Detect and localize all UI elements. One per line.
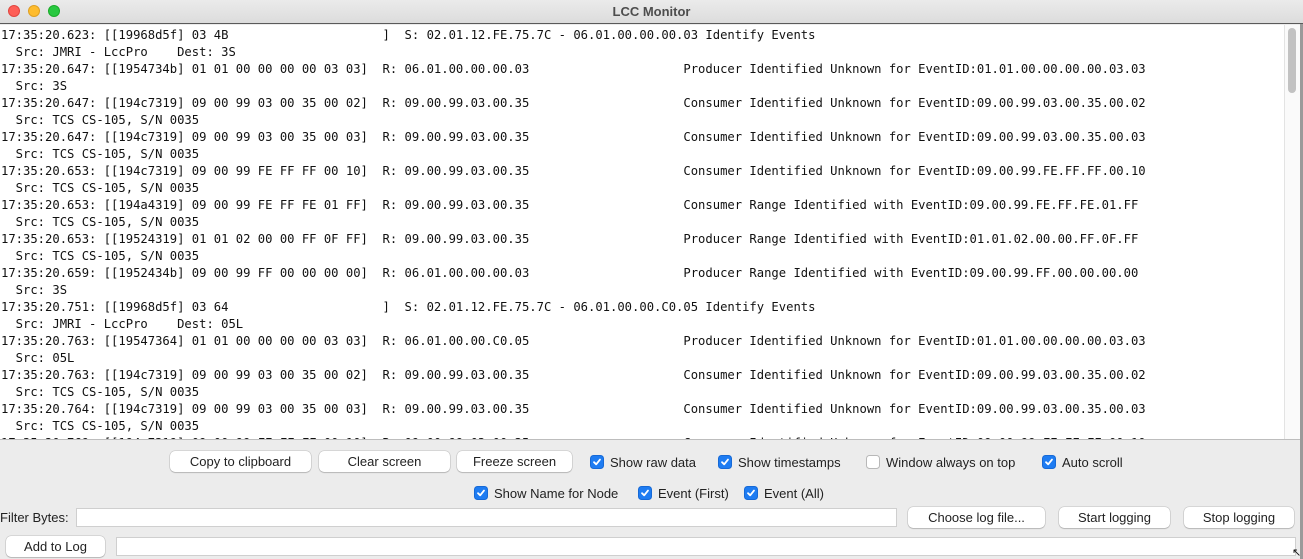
event-all-label: Event (All) bbox=[764, 485, 824, 501]
show-raw-data-label: Show raw data bbox=[610, 454, 696, 470]
show-name-for-node-label: Show Name for Node bbox=[494, 485, 619, 501]
show-name-for-node-checkbox[interactable]: Show Name for Node bbox=[474, 484, 618, 502]
window-always-on-top-checkbox[interactable]: Window always on top bbox=[866, 453, 1015, 471]
show-timestamps-checkbox[interactable]: Show timestamps bbox=[718, 453, 841, 471]
checkbox-checked-icon[interactable] bbox=[744, 486, 758, 500]
log-content: 17:35:20.623: [[19968d5f] 03 4B ] S: 02.… bbox=[1, 28, 1146, 439]
lcc-monitor-window: LCC Monitor 17:35:20.623: [[19968d5f] 03… bbox=[0, 0, 1303, 559]
event-all-checkbox[interactable]: Event (All) bbox=[744, 484, 824, 502]
auto-scroll-label: Auto scroll bbox=[1062, 454, 1123, 470]
checkbox-checked-icon[interactable] bbox=[638, 486, 652, 500]
log-vertical-scrollbar[interactable] bbox=[1284, 25, 1300, 439]
stop-logging-button[interactable]: Stop logging bbox=[1184, 507, 1294, 528]
filter-bytes-label: Filter Bytes: bbox=[0, 510, 69, 525]
clear-screen-button[interactable]: Clear screen bbox=[319, 451, 450, 472]
window-always-on-top-label: Window always on top bbox=[886, 454, 1016, 470]
event-first-label: Event (First) bbox=[658, 485, 729, 501]
copy-to-clipboard-button[interactable]: Copy to clipboard bbox=[170, 451, 311, 472]
event-first-checkbox[interactable]: Event (First) bbox=[638, 484, 729, 502]
start-logging-button[interactable]: Start logging bbox=[1059, 507, 1170, 528]
auto-scroll-checkbox[interactable]: Auto scroll bbox=[1042, 453, 1123, 471]
show-timestamps-label: Show timestamps bbox=[738, 454, 841, 470]
checkbox-unchecked-icon[interactable] bbox=[866, 455, 880, 469]
resize-grip-icon[interactable]: ↖ bbox=[1292, 547, 1303, 559]
checkbox-checked-icon[interactable] bbox=[474, 486, 488, 500]
choose-log-file-button[interactable]: Choose log file... bbox=[908, 507, 1045, 528]
window-title: LCC Monitor bbox=[612, 4, 691, 19]
title-bar[interactable]: LCC Monitor bbox=[0, 0, 1303, 24]
checkbox-checked-icon[interactable] bbox=[1042, 455, 1056, 469]
add-to-log-button[interactable]: Add to Log bbox=[6, 536, 105, 557]
log-text-area[interactable]: 17:35:20.623: [[19968d5f] 03 4B ] S: 02.… bbox=[0, 25, 1284, 439]
checkbox-checked-icon[interactable] bbox=[590, 455, 604, 469]
panel-divider bbox=[0, 439, 1300, 440]
show-raw-data-checkbox[interactable]: Show raw data bbox=[590, 453, 696, 471]
filter-bytes-input[interactable] bbox=[76, 508, 897, 527]
scrollbar-thumb[interactable] bbox=[1288, 28, 1296, 93]
checkbox-checked-icon[interactable] bbox=[718, 455, 732, 469]
freeze-screen-button[interactable]: Freeze screen bbox=[457, 451, 572, 472]
add-to-log-input[interactable] bbox=[116, 537, 1296, 556]
